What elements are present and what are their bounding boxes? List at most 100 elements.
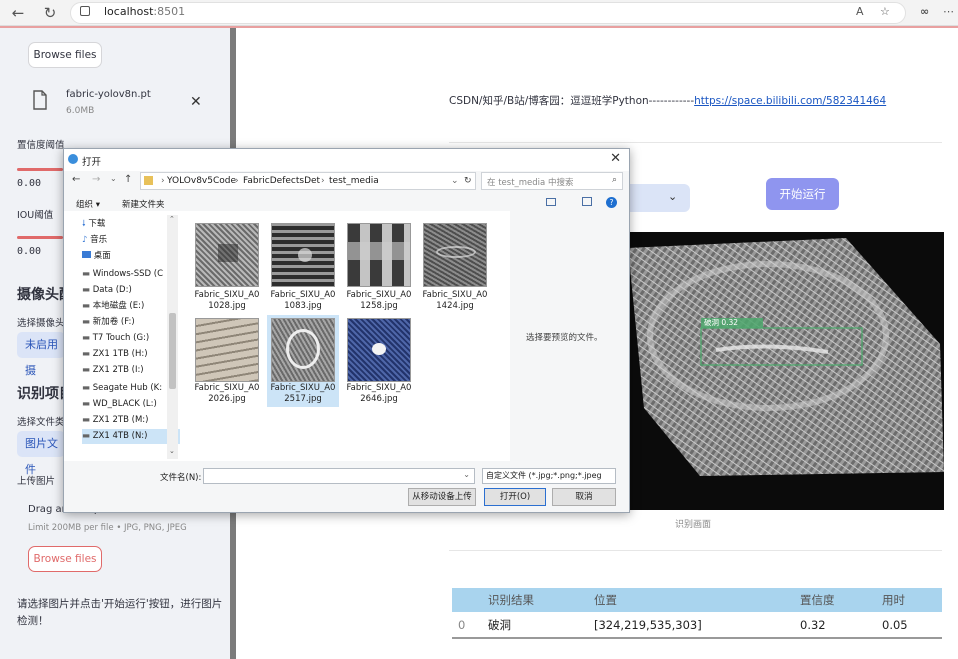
file-label-1258[interactable]: Fabric_SIXU_A0 1258.jpg: [343, 290, 415, 312]
file-label-line: 1083.jpg: [284, 301, 322, 311]
breadcrumb[interactable]: › YOLOv8v5Code › FabricDefectsDet › test…: [140, 172, 476, 190]
filetype-select[interactable]: 图片文件: [17, 431, 65, 476]
credit-link[interactable]: https://space.bilibili.com/582341464: [694, 95, 886, 107]
detection-box-label: 破洞 0.32: [704, 318, 739, 327]
drive-icon: ▬: [82, 317, 91, 327]
run-button[interactable]: 开始运行: [766, 178, 839, 210]
breadcrumb-separator-icon: ›: [161, 176, 165, 186]
iou-slider[interactable]: [17, 236, 63, 239]
dialog-search-input[interactable]: 在 test_media 中搜索 ⌕: [481, 172, 623, 190]
defect-mark: [436, 246, 476, 258]
file-thumbnail-1028[interactable]: [195, 223, 259, 287]
dialog-close-icon[interactable]: ✕: [610, 151, 621, 166]
reload-icon[interactable]: ↻: [40, 3, 60, 23]
view-options-icon[interactable]: [546, 198, 556, 206]
open-button[interactable]: 打开(O): [484, 488, 546, 506]
filename-label: 文件名(N):: [160, 473, 202, 483]
file-label-line: 1028.jpg: [208, 301, 246, 311]
drive-icon: ▬: [82, 365, 91, 375]
file-thumbnail-1424[interactable]: [423, 223, 487, 287]
results-header-confidence: 置信度: [794, 588, 876, 612]
upload-browse-files-button[interactable]: Browse files: [28, 546, 102, 572]
breadcrumb-item-project[interactable]: FabricDefectsDet: [243, 176, 320, 186]
forward-icon[interactable]: →: [92, 174, 100, 185]
file-label-1028[interactable]: Fabric_SIXU_A0 1028.jpg: [191, 290, 263, 312]
file-label-2517[interactable]: Fabric_SIXU_A0 2517.jpg: [267, 383, 339, 405]
filename-input[interactable]: ⌄: [203, 468, 475, 484]
new-folder-button[interactable]: 新建文件夹: [122, 198, 165, 210]
breadcrumb-item-root[interactable]: YOLOv8v5Code: [167, 176, 236, 186]
site-info-icon[interactable]: [80, 6, 90, 16]
organize-menu[interactable]: 组织 ▾: [76, 198, 100, 210]
help-icon[interactable]: ?: [606, 197, 617, 208]
filetype-select[interactable]: 自定义文件 (*.jpg;*.png;*.jpeg: [482, 468, 616, 484]
download-arrow-icon: 🠗: [82, 219, 86, 229]
confidence-slider[interactable]: [17, 168, 63, 171]
credit-line: CSDN/知乎/B站/博客园：逗逗班学Python------------htt…: [449, 93, 886, 108]
file-thumbnail-2646[interactable]: [347, 318, 411, 382]
fabric-image-graphic: [628, 238, 944, 476]
results-table: 识别结果 位置 置信度 用时 0 破洞 [324,219,535,303] 0.…: [452, 588, 942, 639]
tree-label: 桌面: [93, 251, 111, 261]
drive-icon: ▬: [82, 301, 91, 311]
chevron-down-icon: ⌄: [668, 190, 678, 203]
back-arrow-icon[interactable]: ←: [8, 3, 28, 23]
sidebar-hint: 请选择图片并点击'开始运行'按钮，进行图片检测！: [17, 598, 223, 627]
results-cell-position: [324,219,535,303]: [594, 618, 702, 632]
path-dropdown-icon[interactable]: ⌄: [451, 176, 459, 186]
filetype-select-label: 选择文件类: [17, 417, 65, 428]
file-thumbnail-2026[interactable]: [195, 318, 259, 382]
file-label-1083[interactable]: Fabric_SIXU_A0 1083.jpg: [267, 290, 339, 312]
main-select[interactable]: ⌄: [628, 184, 690, 212]
up-folder-icon[interactable]: ↑: [124, 174, 132, 185]
scroll-up-icon[interactable]: ⌃: [169, 215, 175, 223]
camera-select[interactable]: 未启用摄: [17, 332, 65, 377]
file-label-2646[interactable]: Fabric_SIXU_A0 2646.jpg: [343, 383, 415, 405]
dialog-title: 打开: [82, 157, 102, 168]
defect-mark: [372, 343, 386, 355]
file-label-line: Fabric_SIXU_A0: [194, 383, 260, 393]
back-icon[interactable]: ←: [72, 174, 80, 185]
favorite-star-icon[interactable]: ☆: [880, 5, 890, 18]
tree-scroll-thumb[interactable]: [169, 313, 176, 389]
model-browse-files-button[interactable]: Browse files: [28, 42, 102, 68]
upload-label: 上传图片: [17, 476, 56, 487]
file-thumbnail-2517[interactable]: [271, 318, 335, 382]
tree-label: ZX1 2TB (M:): [92, 415, 149, 425]
results-cell-index: 0: [458, 618, 466, 632]
copilot-icon[interactable]: ∞: [920, 5, 929, 18]
camera-select-label: 选择摄像头: [17, 318, 65, 329]
history-dropdown-icon[interactable]: ⌄: [110, 174, 117, 183]
breadcrumb-separator-icon: ›: [321, 176, 325, 186]
address-bar[interactable]: [70, 2, 906, 24]
model-file-size: 6.0MB: [66, 106, 95, 116]
tree-label: 下载: [88, 219, 106, 229]
read-aloud-icon[interactable]: A: [856, 5, 864, 18]
file-icon: [33, 90, 47, 110]
credit-text: CSDN/知乎/B站/博客园：逗逗班学Python------------: [449, 95, 695, 107]
breadcrumb-item-current[interactable]: test_media: [329, 176, 379, 186]
tree-label: WD_BLACK (L:): [92, 399, 157, 409]
tree-label: ZX1 2TB (I:): [92, 365, 144, 375]
upload-from-mobile-button[interactable]: 从移动设备上传: [408, 488, 476, 506]
remove-file-close-icon[interactable]: ✕: [190, 94, 202, 110]
more-menu-icon[interactable]: ⋯: [943, 5, 954, 18]
music-note-icon: ♪: [82, 235, 88, 245]
iou-label: IOU阈值: [17, 210, 54, 221]
filename-dropdown-icon[interactable]: ⌄: [463, 470, 470, 479]
preview-pane-icon[interactable]: [582, 197, 592, 206]
tree-scrollbar[interactable]: ⌃ ⌄: [167, 215, 178, 459]
defect-mark: [298, 248, 312, 262]
cancel-button[interactable]: 取消: [552, 488, 616, 506]
divider-2: [449, 550, 942, 551]
file-label-line: 2646.jpg: [360, 394, 398, 404]
drive-icon: ▬: [82, 399, 91, 409]
results-header-class: 识别结果: [482, 588, 588, 612]
results-cell-confidence: 0.32: [800, 618, 826, 632]
file-thumbnail-1083[interactable]: [271, 223, 335, 287]
file-label-1424[interactable]: Fabric_SIXU_A0 1424.jpg: [419, 290, 491, 312]
file-thumbnail-1258[interactable]: [347, 223, 411, 287]
scroll-down-icon[interactable]: ⌄: [169, 447, 175, 455]
refresh-icon[interactable]: ↻: [464, 176, 472, 186]
file-label-2026[interactable]: Fabric_SIXU_A0 2026.jpg: [191, 383, 263, 405]
